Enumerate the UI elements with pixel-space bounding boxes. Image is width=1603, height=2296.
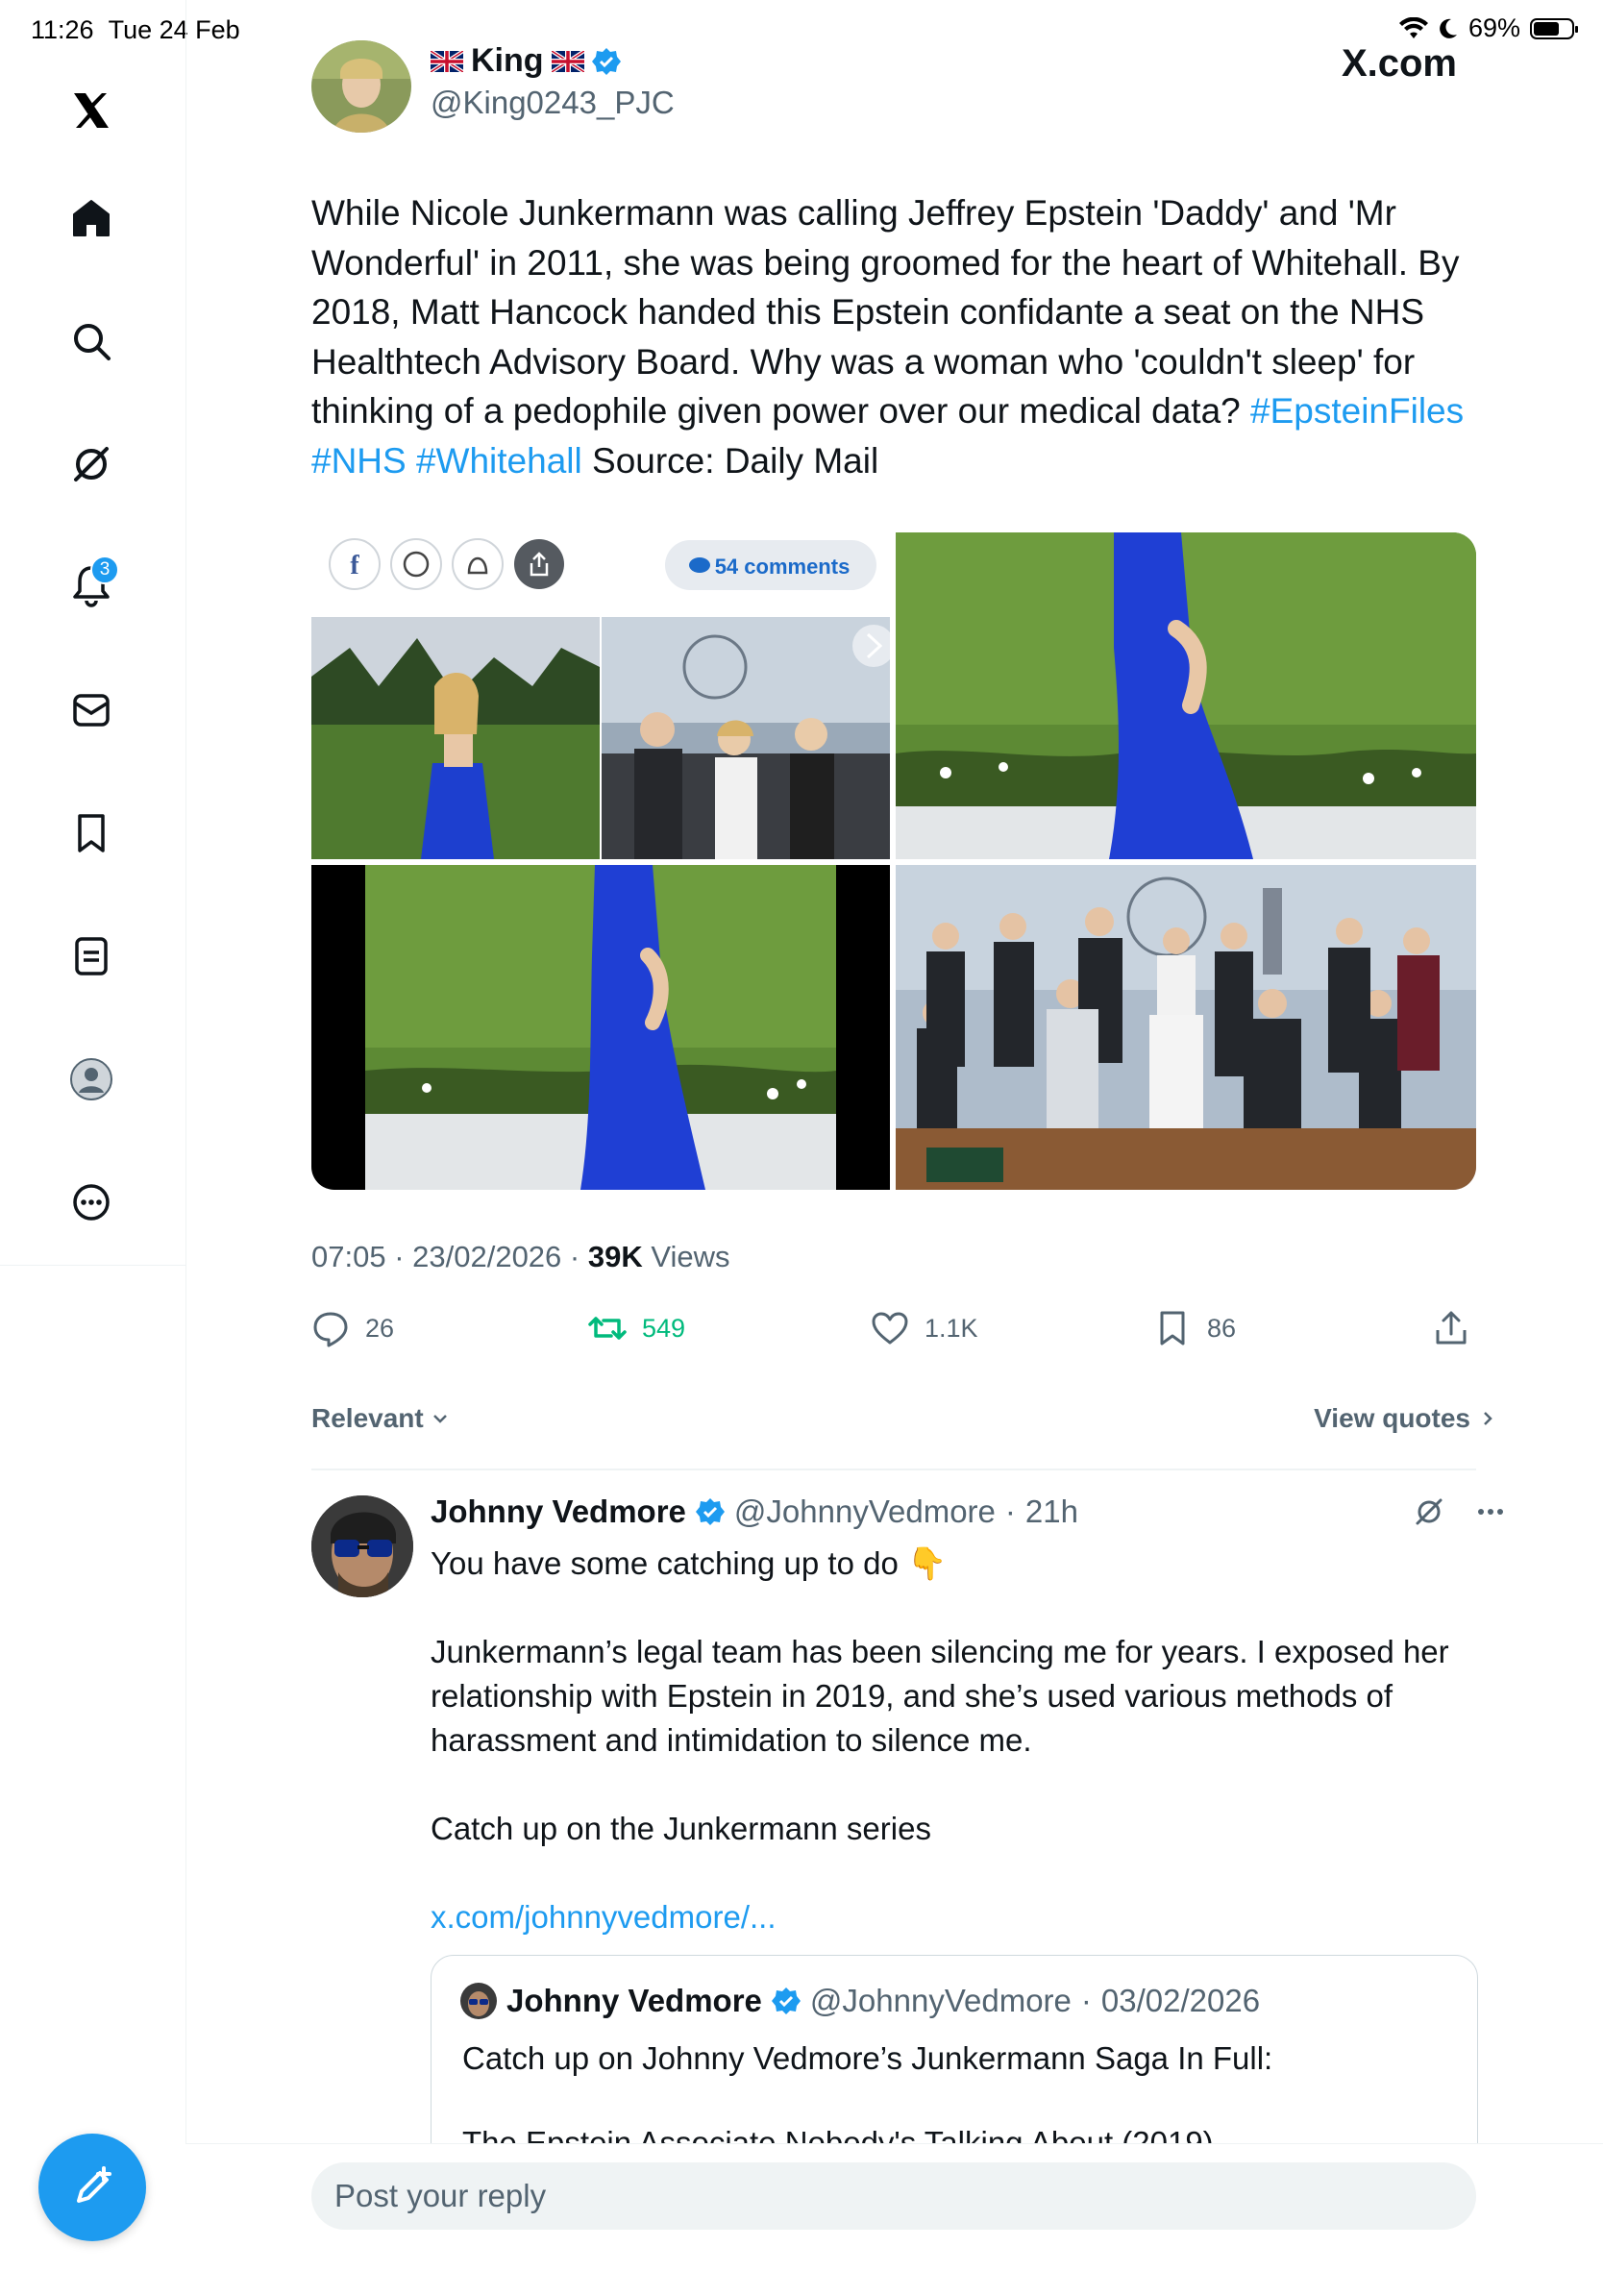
repost-button[interactable]: 549 — [588, 1309, 685, 1347]
hashtag-link[interactable]: #EpsteinFiles — [1250, 391, 1464, 431]
view-quotes-label: View quotes — [1314, 1403, 1470, 1433]
grok-icon[interactable] — [1413, 1495, 1445, 1528]
reply-avatar[interactable] — [311, 1495, 413, 1597]
view-quotes-link[interactable]: View quotes — [1314, 1403, 1497, 1434]
battery-icon — [1530, 17, 1578, 39]
post-date[interactable]: 23/02/2026 — [412, 1240, 561, 1273]
media-image-dress-bottom[interactable] — [311, 865, 890, 1190]
media-image-dress-top[interactable] — [896, 532, 1476, 859]
media-image-group[interactable] — [896, 865, 1476, 1190]
site-label: X.com — [1341, 42, 1457, 85]
lists-icon[interactable] — [58, 923, 125, 990]
notifications-icon[interactable]: 3 — [58, 552, 125, 619]
reply-link[interactable]: x.com/johnnyvedmore/... — [431, 1895, 1478, 1939]
reply-paragraph: Junkermann’s legal team has been silenci… — [431, 1634, 1449, 1758]
views-label: Views — [651, 1240, 730, 1273]
hashtag-link[interactable]: #Whitehall — [416, 441, 582, 481]
uk-flag-icon — [551, 50, 584, 72]
reply-separator: · — [1004, 1494, 1016, 1529]
home-icon[interactable] — [58, 185, 125, 252]
bookmark-button[interactable]: 86 — [1153, 1309, 1236, 1347]
compose-button[interactable] — [38, 2134, 146, 2241]
media-comments-label: 54 comments — [715, 555, 851, 579]
verified-badge-icon — [695, 1498, 725, 1525]
moon-icon — [1440, 18, 1457, 38]
like-button[interactable]: 1.1K — [871, 1309, 978, 1347]
status-indicators: 69% — [1398, 13, 1578, 43]
reply-author-name[interactable]: Johnny Vedmore — [431, 1494, 686, 1530]
grok-icon[interactable] — [58, 431, 125, 498]
quote-header: Johnny Vedmore @JohnnyVedmore · 03/02/20… — [460, 1983, 1260, 2019]
post-text: While Nicole Junkermann was calling Jeff… — [311, 188, 1493, 485]
repost-icon — [588, 1317, 627, 1340]
like-count: 1.1K — [925, 1313, 978, 1343]
share-icon — [1436, 1311, 1467, 1345]
uk-flag-icon — [431, 50, 463, 72]
post-meta: 07:05 · 23/02/2026 · 39K Views — [311, 1240, 730, 1273]
svg-text:f: f — [350, 551, 359, 580]
battery-percent: 69% — [1467, 13, 1520, 42]
sort-relevant-label: Relevant — [311, 1403, 424, 1433]
more-options-icon[interactable] — [1474, 1495, 1507, 1528]
chevron-right-icon — [1484, 1412, 1492, 1425]
reply-age[interactable]: 21h — [1025, 1494, 1078, 1530]
author-name-text: King — [471, 42, 544, 79]
author-avatar[interactable] — [311, 40, 411, 133]
reply-author-handle[interactable]: @JohnnyVedmore — [734, 1494, 996, 1530]
reply-paragraph: Catch up on the Junkermann series — [431, 1811, 931, 1846]
heart-icon — [872, 1312, 908, 1345]
post-source: Source: Daily Mail — [592, 440, 879, 481]
messages-icon[interactable] — [58, 677, 125, 744]
quote-author-handle: @JohnnyVedmore — [809, 1983, 1072, 2018]
reply-header: Johnny Vedmore @JohnnyVedmore · 21h — [431, 1494, 1078, 1530]
bookmark-count: 86 — [1207, 1313, 1237, 1343]
divider — [311, 1469, 1476, 1470]
author-handle[interactable]: @King0243_PJC — [431, 85, 675, 121]
bookmark-icon — [1160, 1311, 1185, 1346]
search-icon[interactable] — [58, 308, 125, 375]
battery-fill — [1534, 21, 1560, 36]
post-time[interactable]: 07:05 — [311, 1240, 386, 1273]
more-icon[interactable] — [58, 1169, 125, 1236]
author-name[interactable]: King — [431, 42, 621, 80]
sort-relevant-dropdown[interactable]: Relevant — [311, 1403, 451, 1434]
quote-text: Catch up on Johnny Vedmore’s Junkermann … — [462, 2040, 1273, 2076]
quote-author-name: Johnny Vedmore — [506, 1983, 762, 2018]
quote-separator: · — [1080, 1983, 1092, 2018]
hashtag-link[interactable]: #NHS — [311, 441, 407, 481]
reply-count: 26 — [365, 1313, 395, 1343]
views-count: 39K — [587, 1240, 643, 1273]
quote-avatar[interactable] — [460, 1983, 497, 2019]
reply-input[interactable] — [311, 2162, 1476, 2230]
media-image-article[interactable]: f 54 comments — [311, 532, 895, 859]
bookmarks-icon[interactable] — [58, 800, 125, 867]
verified-badge-icon — [771, 1987, 801, 2014]
reply-icon — [313, 1312, 348, 1347]
share-button[interactable] — [1432, 1309, 1470, 1347]
reply-line1: You have some catching up to do 👇 — [431, 1545, 948, 1581]
chevron-down-icon — [432, 1415, 447, 1423]
post-media[interactable]: f 54 comments — [311, 532, 1476, 1190]
reply-body: You have some catching up to do 👇 Junker… — [431, 1542, 1478, 1984]
reply-button[interactable]: 26 — [311, 1309, 394, 1347]
notifications-badge: 3 — [90, 555, 119, 584]
profile-icon[interactable] — [58, 1046, 125, 1113]
verified-badge-icon — [591, 47, 621, 75]
compose-icon — [77, 2166, 111, 2203]
reply-actions — [1413, 1495, 1507, 1528]
repost-count: 549 — [642, 1313, 686, 1343]
sidebar: 3 — [0, 0, 186, 1266]
x-logo-icon[interactable] — [58, 77, 125, 144]
wifi-icon — [1398, 16, 1428, 38]
quote-date: 03/02/2026 — [1100, 1983, 1261, 2018]
